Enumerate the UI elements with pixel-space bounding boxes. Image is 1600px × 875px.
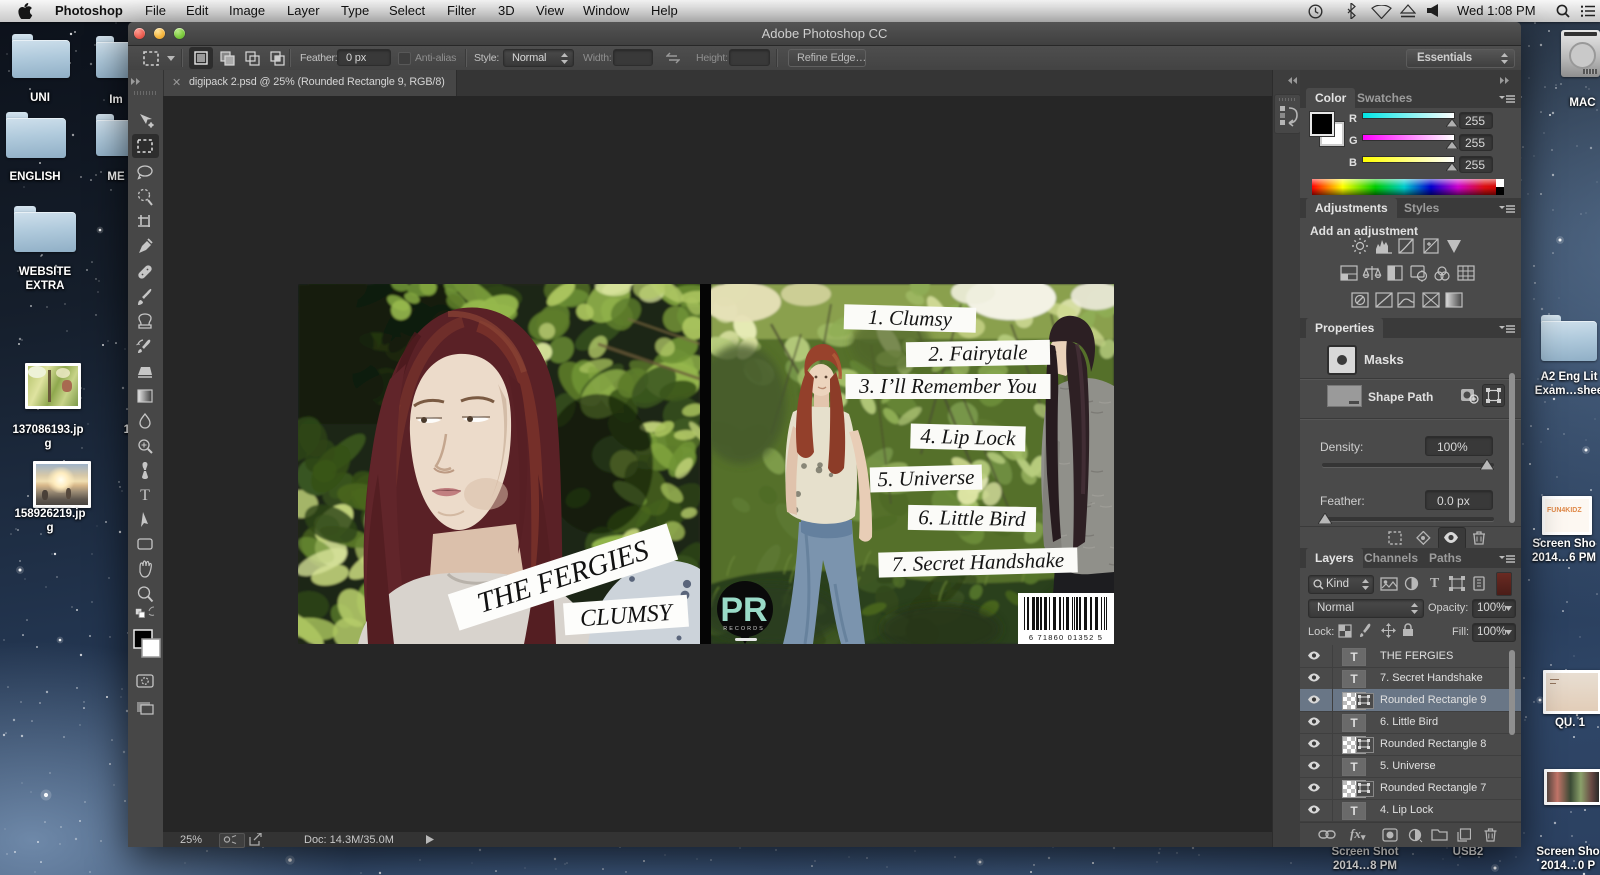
svg-text:6 71860 01352 5: 6 71860 01352 5	[1029, 633, 1103, 642]
svg-text:PR: PR	[720, 591, 767, 629]
svg-text:RECORDS: RECORDS	[723, 626, 765, 632]
svg-text:7. Secret Handshake: 7. Secret Handshake	[892, 548, 1065, 577]
svg-text:T: T	[140, 487, 150, 504]
svg-text:1. Clumsy: 1. Clumsy	[868, 305, 953, 331]
svg-text:5. Universe: 5. Universe	[877, 465, 974, 492]
svg-text:2. Fairytale: 2. Fairytale	[928, 340, 1028, 366]
svg-text:4. Lip Lock: 4. Lip Lock	[920, 424, 1016, 450]
svg-text:3. I’ll Remember You: 3. I’ll Remember You	[858, 374, 1037, 398]
svg-text:6. Little Bird: 6. Little Bird	[918, 505, 1026, 531]
